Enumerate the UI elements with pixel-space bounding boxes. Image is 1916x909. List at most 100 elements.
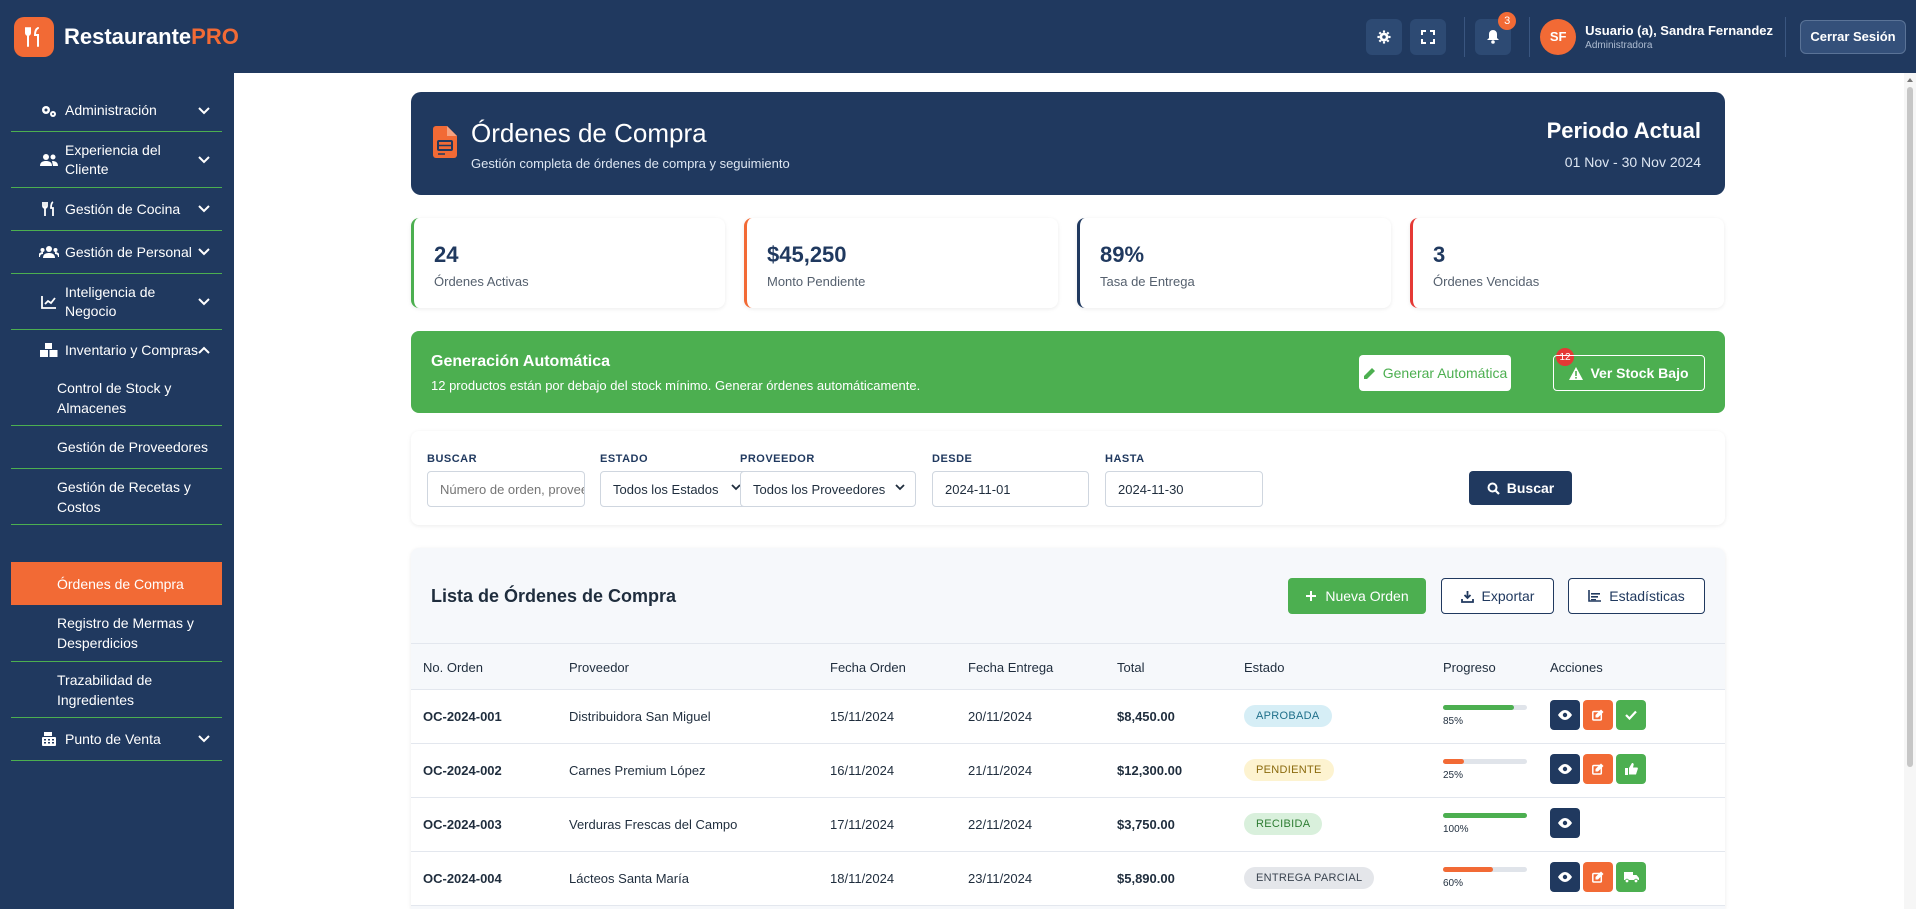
sidebar-subitem-gestion-proveedores[interactable]: Gestión de Proveedores (11, 426, 222, 469)
period-title: Periodo Actual (1546, 118, 1701, 143)
search-label: BUSCAR (427, 453, 478, 465)
file-invoice-icon (433, 126, 457, 158)
sidebar-subitem-label: Gestión de Proveedores (57, 439, 208, 455)
view-low-stock-button[interactable]: Ver Stock Bajo (1553, 355, 1705, 391)
to-label: HASTA (1105, 453, 1145, 465)
generate-automatic-label: Generar Automática (1382, 365, 1508, 381)
table-row[interactable]: OC-2024-001 Distribuidora San Miguel 15/11… (411, 690, 1725, 744)
sidebar-item-inventario-compras[interactable]: Inventario y Compras (11, 330, 222, 370)
from-date-input[interactable]: 2024-11-01 (932, 471, 1089, 507)
edit-order-button[interactable] (1583, 700, 1613, 730)
column-header[interactable]: Total (1117, 660, 1144, 675)
approve-order-button[interactable] (1616, 754, 1646, 784)
supplier-cell: Carnes Premium López (569, 763, 706, 778)
truck-icon (1623, 871, 1639, 883)
status-select[interactable]: Todos los Estados (600, 471, 752, 507)
sidebar-item-label: Experiencia del Cliente (65, 141, 161, 177)
view-order-button[interactable] (1550, 862, 1580, 892)
sidebar-item-label: Gestión de Personal (65, 243, 192, 260)
orders-table: No. Orden Proveedor Fecha Orden Fecha En… (411, 643, 1725, 906)
new-order-button[interactable]: Nueva Orden (1288, 578, 1426, 614)
total-cell: $5,890.00 (1117, 871, 1175, 886)
notifications-button[interactable]: 3 (1475, 11, 1517, 55)
column-header[interactable]: No. Orden (423, 660, 483, 675)
sidebar-item-punto-venta[interactable]: Punto de Venta (11, 718, 222, 761)
order-date-cell: 16/11/2024 (830, 763, 895, 778)
column-header[interactable]: Fecha Entrega (968, 660, 1053, 675)
stat-label: Monto Pendiente (767, 274, 866, 289)
from-label: DESDE (932, 453, 973, 465)
sidebar-subitem-control-stock[interactable]: Control de Stock y Almacenes (11, 370, 222, 426)
column-header[interactable]: Estado (1244, 660, 1284, 675)
statistics-button[interactable]: Estadísticas (1568, 578, 1705, 614)
sidebar-item-inteligencia-negocio[interactable]: Inteligencia de Negocio (11, 274, 222, 330)
pencil-icon (1363, 367, 1375, 379)
order-number-cell: OC-2024-004 (423, 871, 502, 886)
view-order-button[interactable] (1550, 700, 1580, 730)
approve-order-button[interactable] (1616, 700, 1646, 730)
warning-icon (1569, 366, 1584, 380)
auto-generation-description: 12 productos están por debajo del stock … (431, 378, 921, 393)
cash-register-icon (39, 732, 59, 746)
stat-label: Tasa de Entrega (1100, 274, 1195, 289)
supplier-select[interactable]: Todos los Proveedores (740, 471, 916, 507)
brand-name-accent: PRO (191, 23, 239, 49)
receive-delivery-button[interactable] (1616, 862, 1646, 892)
eye-icon (1558, 818, 1572, 828)
sidebar-subitem-registro-mermas[interactable]: Registro de Mermas y Desperdicios (11, 605, 222, 662)
sidebar-item-gestion-cocina[interactable]: Gestión de Cocina (11, 188, 222, 231)
topbar-divider (1464, 16, 1466, 57)
gears-icon (39, 104, 59, 118)
view-low-stock-label: Ver Stock Bajo (1590, 365, 1689, 381)
stat-value: 89% (1100, 242, 1145, 267)
progress-bar (1443, 759, 1527, 764)
export-button[interactable]: Exportar (1441, 578, 1554, 614)
edit-order-button[interactable] (1583, 862, 1613, 892)
scroll-up-icon[interactable] (1904, 75, 1916, 85)
utensils-logo-icon (14, 16, 54, 57)
sidebar-item-label: Inteligencia de Negocio (65, 283, 156, 319)
search-input[interactable] (427, 471, 585, 507)
edit-icon (1592, 871, 1604, 883)
avatar[interactable]: SF (1540, 18, 1577, 55)
column-header[interactable]: Progreso (1443, 660, 1496, 675)
brand[interactable]: RestaurantePRO (14, 16, 239, 57)
table-row[interactable]: OC-2024-002 Carnes Premium López 16/11/202… (411, 744, 1725, 798)
settings-button[interactable] (1366, 18, 1403, 55)
fullscreen-button[interactable] (1410, 18, 1447, 55)
supplier-cell: Verduras Frescas del Campo (569, 817, 738, 832)
chevron-down-icon (198, 735, 210, 743)
column-header[interactable]: Fecha Orden (830, 660, 906, 675)
stat-card-active-orders: 24 Órdenes Activas (411, 218, 725, 308)
logout-button[interactable]: Cerrar Sesión (1800, 19, 1906, 54)
search-button[interactable]: Buscar (1469, 471, 1572, 505)
sidebar-item-administracion[interactable]: Administración (11, 90, 222, 132)
order-number-cell: OC-2024-001 (423, 709, 502, 724)
sidebar-item-gestion-personal[interactable]: Gestión de Personal (11, 231, 222, 274)
column-header[interactable]: Proveedor (569, 660, 629, 675)
scrollbar-thumb[interactable] (1907, 87, 1913, 767)
orders-list-panel: Lista de Órdenes de Compra Nueva Orden E… (411, 548, 1725, 909)
generate-automatic-button[interactable]: Generar Automática (1359, 355, 1511, 391)
sidebar-subitem-gestion-recetas[interactable]: Gestión de Recetas y Costos (11, 469, 222, 525)
table-row[interactable]: OC-2024-004 Lácteos Santa María 18/11/2024… (411, 852, 1725, 906)
sidebar-subitem-trazabilidad[interactable]: Trazabilidad de Ingredientes (11, 662, 222, 718)
sidebar-subitem-label: Control de Stock y Almacenes (57, 379, 172, 416)
table-row[interactable]: OC-2024-003 Verduras Frescas del Campo 17/… (411, 798, 1725, 852)
sidebar-subitem-ordenes-compra[interactable]: Órdenes de Compra (11, 562, 222, 605)
progress-label: 85% (1443, 716, 1464, 727)
to-date-input[interactable]: 2024-11-30 (1105, 471, 1263, 507)
edit-icon (1592, 763, 1604, 775)
check-icon (1625, 710, 1637, 720)
column-header[interactable]: Acciones (1550, 660, 1603, 675)
sidebar-item-experiencia-cliente[interactable]: Experiencia del Cliente (11, 132, 222, 188)
view-order-button[interactable] (1550, 808, 1580, 838)
view-order-button[interactable] (1550, 754, 1580, 784)
filters-panel: BUSCAR ESTADO Todos los Estados PROVEEDO… (411, 431, 1725, 525)
progress-bar (1443, 867, 1527, 872)
page-header: Órdenes de Compra Gestión completa de ór… (411, 92, 1725, 195)
scrollbar[interactable] (1904, 73, 1916, 909)
chart-line-icon (39, 295, 59, 309)
status-label: ESTADO (600, 453, 649, 465)
edit-order-button[interactable] (1583, 754, 1613, 784)
